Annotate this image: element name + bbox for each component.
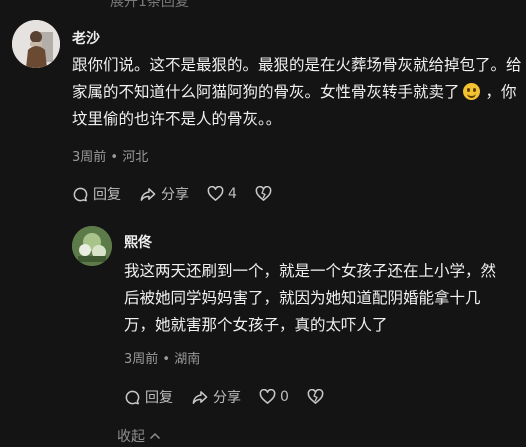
heart-icon	[207, 186, 224, 201]
reply-author[interactable]: 熙佟	[124, 232, 152, 252]
comment-text-part1: 跟你们说。这不是最狠的。最狠的是在火葬场骨灰就给掉包了。给家属的不知道什么阿猫阿…	[72, 56, 522, 101]
reply-text: 我这两天还刷到一个，就是一个女孩子还在上小学，然后被她同学妈妈害了，就因为她知道…	[124, 262, 497, 334]
smile-emoji-icon	[462, 83, 480, 100]
reply-like-count: 0	[280, 389, 289, 405]
comment-meta: 3周前 • 河北	[72, 150, 149, 165]
reply-reply-button[interactable]: 回复	[124, 387, 173, 407]
collapse-replies-button[interactable]: 收起	[117, 426, 161, 446]
reply-button[interactable]: 回复	[72, 184, 121, 204]
comment-text: 跟你们说。这不是最狠的。最狠的是在火葬场骨灰就给掉包了。给家属的不知道什么阿猫阿…	[72, 52, 522, 133]
expand-replies-partial[interactable]: 展开1条回复	[110, 0, 189, 11]
share-icon	[192, 390, 208, 404]
reply-like-button[interactable]: 0	[259, 389, 289, 405]
like-button[interactable]: 4	[207, 186, 237, 202]
heart-icon	[259, 389, 276, 404]
collapse-label: 收起	[117, 429, 145, 445]
reply-share-label: 分享	[213, 390, 241, 406]
reply-avatar[interactable]	[72, 226, 112, 266]
broken-heart-icon	[255, 186, 272, 201]
reply-share-button[interactable]: 分享	[191, 387, 241, 407]
reply-reply-label: 回复	[145, 390, 173, 406]
reply-meta: 3周前 • 湖南	[124, 352, 201, 367]
dislike-button[interactable]	[255, 186, 276, 202]
avatar[interactable]	[12, 20, 60, 68]
like-count: 4	[228, 186, 237, 202]
share-label: 分享	[161, 187, 189, 203]
broken-heart-icon	[307, 389, 324, 404]
reply-actions: 回复 分享 0	[124, 387, 346, 407]
reply-label: 回复	[93, 187, 121, 203]
chevron-up-icon	[150, 432, 161, 440]
reply-dislike-button[interactable]	[307, 389, 328, 405]
share-button[interactable]: 分享	[139, 184, 189, 204]
comment-author[interactable]: 老沙	[72, 28, 100, 48]
comment-icon	[125, 390, 140, 404]
comment-actions: 回复 分享 4	[72, 184, 294, 204]
comment-icon	[73, 187, 88, 201]
share-icon	[140, 187, 156, 201]
